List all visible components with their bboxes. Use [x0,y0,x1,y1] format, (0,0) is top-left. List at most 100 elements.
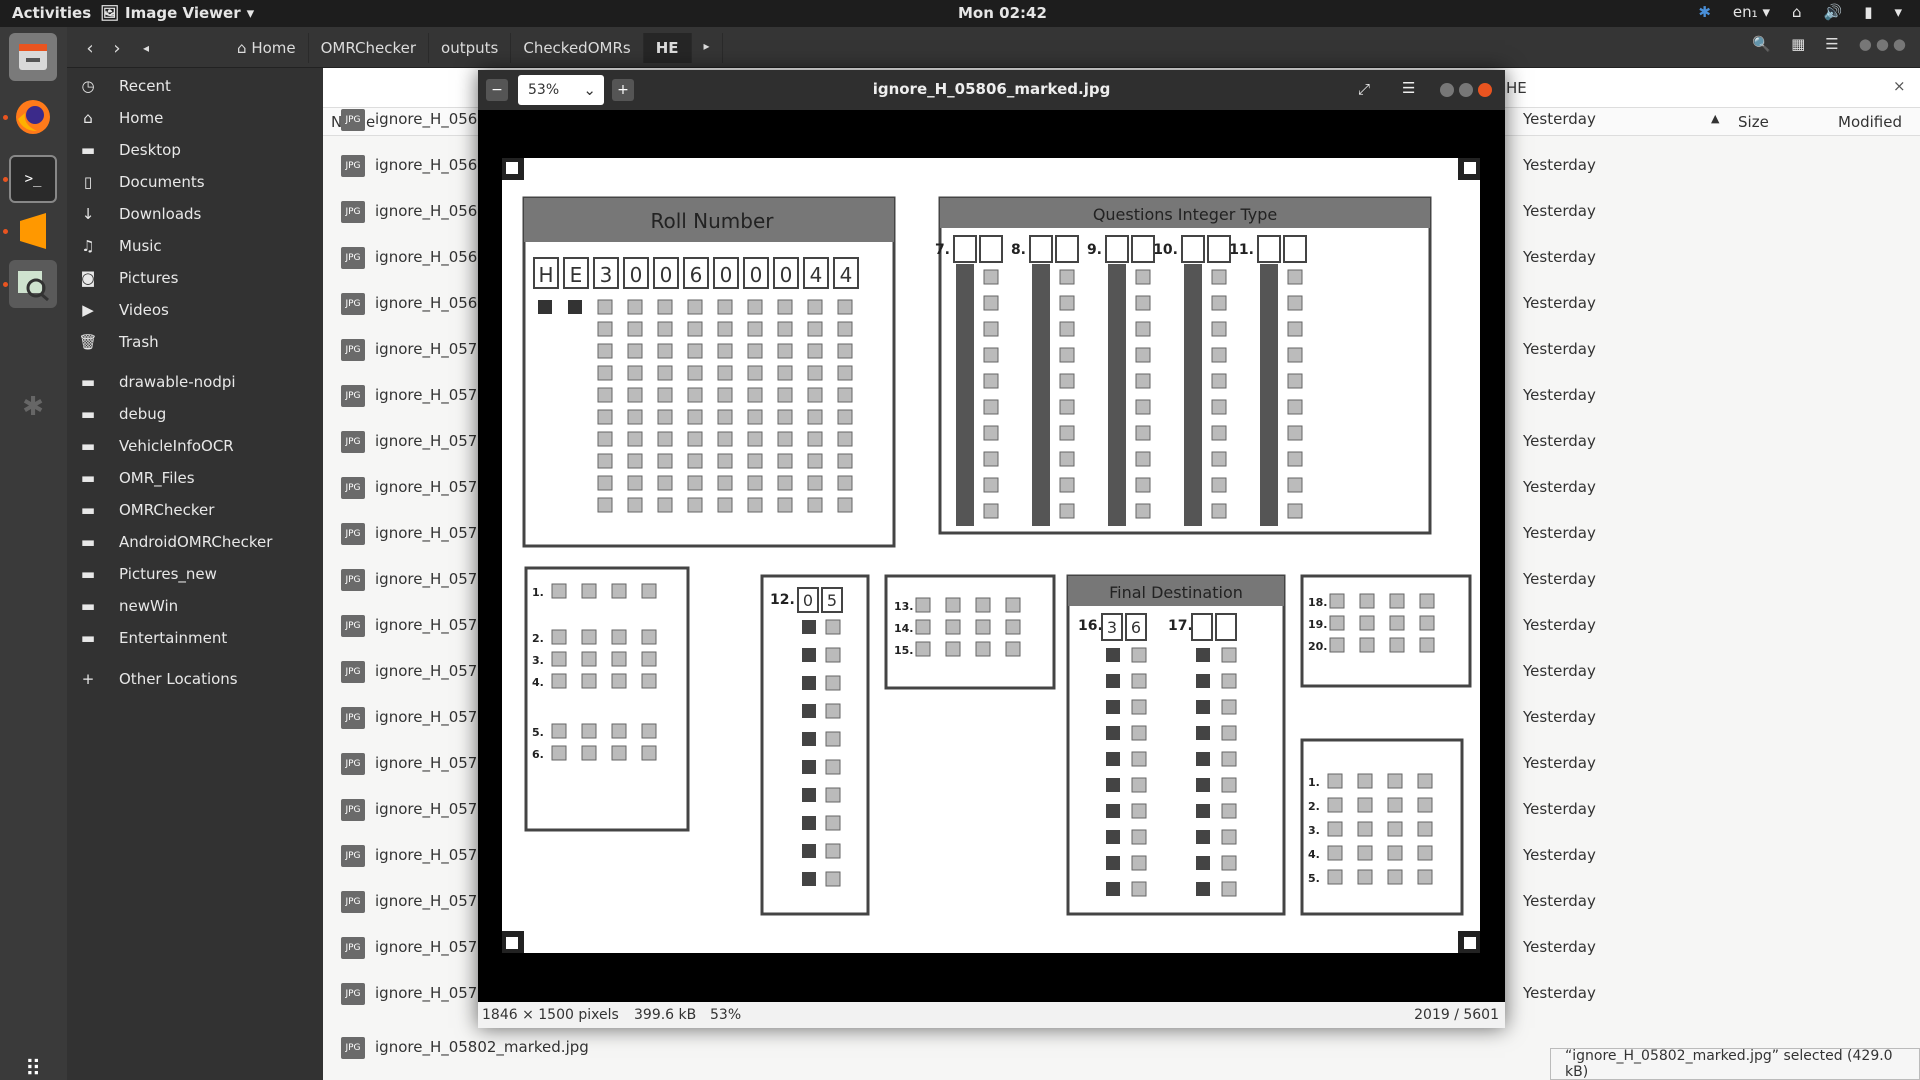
sidebar-item-recent[interactable]: ◷ Recent [67,70,323,102]
jpg-file-icon: JPG [341,1037,365,1059]
image-viewer-dock-icon[interactable] [9,260,57,308]
omr-bubble [1135,295,1151,311]
sidebar-item-newwin[interactable]: ▬ newWin [67,590,323,622]
crumb-checkedomrs[interactable]: CheckedOMRs [511,33,644,63]
sidebar-item-entertainment[interactable]: ▬ Entertainment [67,622,323,654]
file-modified: Yesterday [1523,248,1596,266]
sidebar-item-pictures[interactable]: ◙ Pictures [67,262,323,294]
roll-digit: 0 [750,263,763,287]
system-tray[interactable]: ✱ en₁ ▾ ⌂ 🔊 ▮ ▾ [1698,3,1902,21]
jpg-file-icon: JPG [341,523,365,545]
omr-bubble [1417,773,1433,789]
fullscreen-icon[interactable]: ⤢ [1358,80,1370,98]
sidebar-item-pictures-new[interactable]: ▬ Pictures_new [67,558,323,590]
clock[interactable]: Mon 02:42 [958,4,1047,22]
omr-bubble [837,475,853,491]
question-number: 11. [1229,242,1254,258]
search-icon[interactable]: 🔍 [1752,35,1771,53]
show-applications-icon[interactable]: ⠿ [9,1045,57,1080]
minimize-button[interactable] [1440,83,1454,97]
sidebar-item-debug[interactable]: ▬ debug [67,398,323,430]
sidebar-item-desktop[interactable]: ▬ Desktop [67,134,323,166]
files-app-icon[interactable] [9,33,57,81]
crumb-home[interactable]: ⌂ Home [225,33,309,63]
maximize-button[interactable] [1459,83,1473,97]
bubble-column [1032,264,1050,526]
menu-icon[interactable]: ☰ [1825,35,1838,53]
forward-button[interactable]: › [104,35,130,61]
crumb-omrchecker[interactable]: OMRChecker [309,33,430,63]
terminal-icon[interactable]: >_ [9,155,57,203]
menu-icon[interactable]: ☰ [1402,79,1415,97]
omr-bubble [1387,821,1403,837]
omr-bubble [687,321,703,337]
omr-bubble [641,673,657,689]
sidebar-item-documents[interactable]: ▯ Documents [67,166,323,198]
crumb-outputs[interactable]: outputs [429,33,512,63]
omr-bubble [1106,778,1120,792]
sidebar-item-home[interactable]: ⌂ Home [67,102,323,134]
path-scroll-left-button[interactable]: ◂ [133,35,159,61]
grid-view-icon[interactable]: ▦ [1791,35,1805,53]
omr-bubble [1211,269,1227,285]
back-button[interactable]: ‹ [77,35,103,61]
crumb-he[interactable]: HE [643,33,692,63]
sublime-text-icon[interactable] [9,207,57,255]
omr-bubble [1059,321,1075,337]
volume-icon[interactable]: 🔊 [1824,3,1843,21]
omr-bubble [983,451,999,467]
omr-bubble [1387,869,1403,885]
path-scroll-right-icon[interactable]: ▸ [692,33,723,63]
omr-bubble [611,583,627,599]
omr-bubble [837,299,853,315]
omr-bubble [1211,425,1227,441]
app-name: Image Viewer [125,4,241,22]
sidebar-item-trash[interactable]: 🗑 Trash [67,326,323,358]
sidebar-item-downloads[interactable]: ↓ Downloads [67,198,323,230]
omr-bubble [1389,593,1405,609]
sidebar-item-videos[interactable]: ▶ Videos [67,294,323,326]
omr-bubble [1135,269,1151,285]
question-number: 16. [1078,618,1103,634]
omr-bubble [1211,477,1227,493]
firefox-icon[interactable] [9,93,57,141]
omr-bubble [747,497,763,513]
sidebar-item-vehicleinfoocr[interactable]: ▬ VehicleInfoOCR [67,430,323,462]
omr-bubble [657,387,673,403]
question-number: 8. [1011,242,1026,258]
app-menu[interactable]: 🖼 Image Viewer ▾ [100,4,254,22]
question-number: 2. [532,632,544,645]
omr-bubble [983,373,999,389]
omr-bubble [1221,777,1237,793]
omr-bubble [777,321,793,337]
window-controls[interactable]: ●●● [1859,35,1910,53]
sidebar-item-omrchecker[interactable]: ▬ OMRChecker [67,494,323,526]
sidebar-item-omr-files[interactable]: ▬ OMR_Files [67,462,323,494]
sidebar-item-drawable-nodpi[interactable]: ▬ drawable-nodpi [67,366,323,398]
omr-bubble [1131,829,1147,845]
placeholder-app-icon[interactable]: ✱ [9,383,57,431]
home-icon: ⌂ [237,39,247,57]
activities-button[interactable]: Activities [12,4,91,22]
omr-bubble [802,648,816,662]
sidebar-item-androidomrchecker[interactable]: ▬ AndroidOMRChecker [67,526,323,558]
close-button[interactable] [1478,83,1492,97]
viewer-statusbar: 1846 × 1500 pixels 399.6 kB 53% 2019 / 5… [478,1002,1505,1028]
battery-icon[interactable]: ▮ [1864,3,1872,21]
language-indicator[interactable]: en₁ ▾ [1733,3,1770,21]
omr-bubble [807,409,823,425]
bluetooth-icon[interactable]: ✱ [1698,3,1711,21]
sidebar-item-other-locations[interactable]: + Other Locations [67,663,323,695]
omr-bubble [1389,615,1405,631]
question-number: 2. [1308,800,1320,813]
system-menu-chevron-icon[interactable]: ▾ [1894,3,1902,21]
roll-digit: 6 [690,263,703,287]
sidebar-label: Recent [119,77,171,95]
network-icon[interactable]: ⌂ [1792,3,1802,21]
omr-bubble [657,431,673,447]
omr-bubble [1221,751,1237,767]
omr-bubble [1106,648,1120,662]
sidebar-label: Music [119,237,162,255]
omr-bubble [597,321,613,337]
sidebar-item-music[interactable]: ♫ Music [67,230,323,262]
